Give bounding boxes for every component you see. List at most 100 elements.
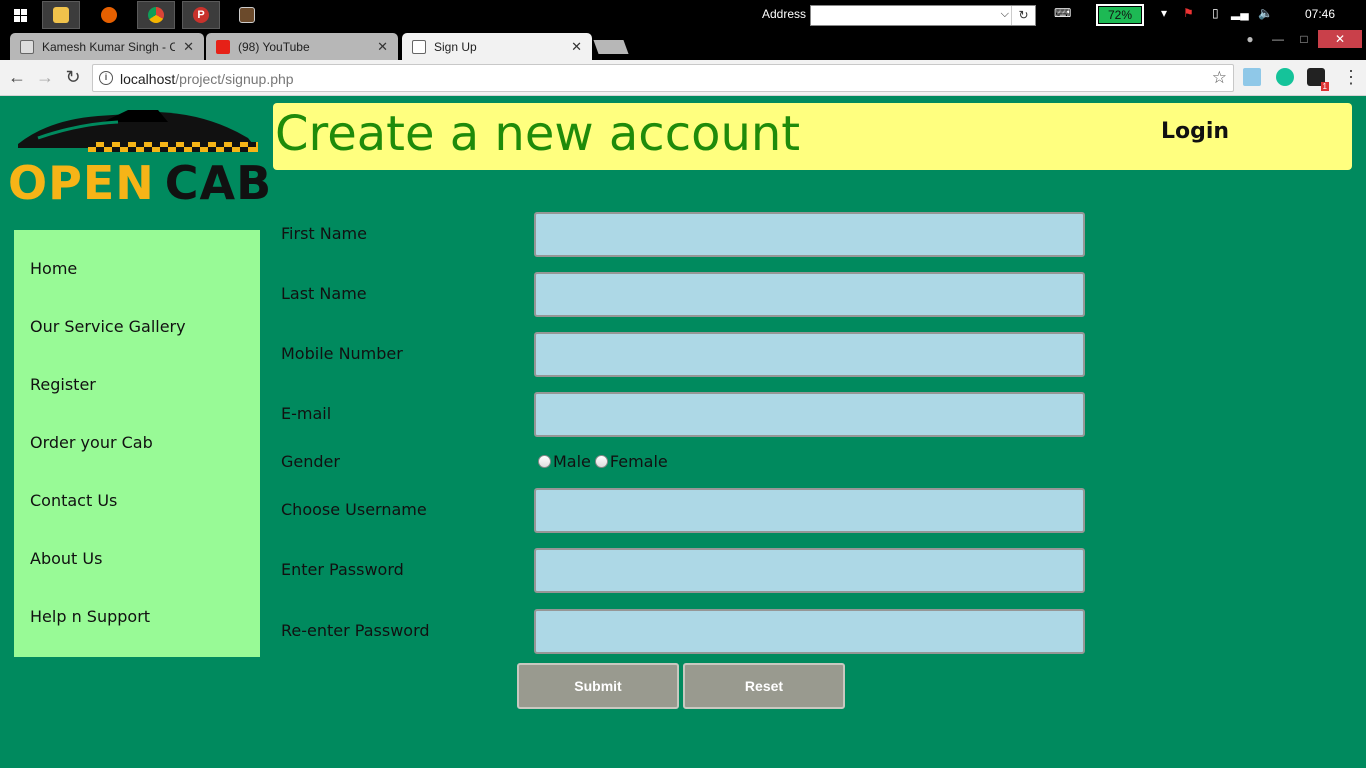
tray-overflow-icon[interactable]: ▾ <box>1161 6 1167 20</box>
battery-percent: 72% <box>1099 7 1141 23</box>
chevron-down-icon[interactable]: ⌵ <box>1001 8 1009 21</box>
password-input[interactable] <box>534 548 1085 593</box>
submit-button[interactable]: Submit <box>517 663 679 709</box>
forward-arrow-icon[interactable]: → <box>34 66 56 88</box>
open-cab-logo[interactable]: OPEN CAB <box>8 104 271 210</box>
extension-icon[interactable] <box>1243 68 1261 86</box>
menu-kebab-icon[interactable]: ⋮ <box>1340 66 1362 88</box>
female-label[interactable]: Female <box>610 452 668 471</box>
sidebar-nav: Home Our Service Gallery Register Order … <box>14 230 260 657</box>
tab-title: (98) YouTube <box>238 39 310 54</box>
keyboard-icon[interactable]: ⌨ <box>1054 6 1071 20</box>
folder-icon <box>53 7 69 23</box>
mobile-input[interactable] <box>534 332 1085 377</box>
email-row: E-mail <box>281 392 1085 438</box>
first-name-label: First Name <box>281 224 367 243</box>
url-path: /project/signup.php <box>175 71 294 87</box>
last-name-input[interactable] <box>534 272 1085 317</box>
sidebar-item-home[interactable]: Home <box>14 255 260 313</box>
reload-icon[interactable]: ↻ <box>62 66 84 88</box>
email-label: E-mail <box>281 404 332 423</box>
reset-button[interactable]: Reset <box>683 663 845 709</box>
gender-radio-group: Male Female <box>538 452 668 471</box>
close-icon[interactable]: ✕ <box>377 39 388 55</box>
network-flag-icon[interactable]: ⚑ <box>1183 6 1194 20</box>
chrome-icon <box>148 7 164 23</box>
profile-icon[interactable]: ● <box>1240 30 1260 48</box>
mobile-row: Mobile Number <box>281 332 1085 378</box>
file-explorer-taskbar-button[interactable] <box>42 1 80 29</box>
password-confirm-label: Re-enter Password <box>281 621 430 640</box>
mobile-label: Mobile Number <box>281 344 403 363</box>
extension-badge-icon[interactable]: 1 <box>1307 68 1329 91</box>
browser-toolbar: ← → ↻ i localhost/project/signup.php ☆ 1… <box>0 60 1366 96</box>
password-confirm-row: Re-enter Password <box>281 609 1085 655</box>
volume-icon[interactable]: 🔈 <box>1258 6 1273 20</box>
chrome-taskbar-button[interactable] <box>137 1 175 29</box>
refresh-icon[interactable]: ↻ <box>1011 6 1035 25</box>
sidebar-item-help-support[interactable]: Help n Support <box>14 603 260 661</box>
window-close-icon[interactable]: ✕ <box>1318 30 1362 48</box>
logo-word-open: OPEN <box>8 156 155 210</box>
sidebar-item-contact-us[interactable]: Contact Us <box>14 487 260 545</box>
start-button[interactable] <box>8 1 32 29</box>
password-label: Enter Password <box>281 560 404 579</box>
firefox-taskbar-button[interactable] <box>90 1 128 29</box>
app-taskbar-button[interactable] <box>228 1 266 29</box>
windows-taskbar: P Address ⌵ ↻ ⌨ 72% ▾ ⚑ ▯ ▂▄ 🔈 07:46 <box>0 0 1366 30</box>
p-app-taskbar-button[interactable]: P <box>182 1 220 29</box>
female-radio[interactable] <box>594 455 608 468</box>
password-row: Enter Password <box>281 548 1085 594</box>
windows-logo-icon <box>13 8 27 22</box>
firefox-icon <box>101 7 117 23</box>
last-name-row: Last Name <box>281 272 1085 318</box>
signal-icon[interactable]: ▂▄ <box>1231 6 1249 20</box>
info-icon[interactable]: i <box>99 71 113 85</box>
male-radio[interactable] <box>538 455 551 468</box>
sidebar-item-about-us[interactable]: About Us <box>14 545 260 603</box>
battery-indicator[interactable]: 72% <box>1096 4 1144 26</box>
male-label[interactable]: Male <box>553 452 591 471</box>
battery-status-icon[interactable]: ▯ <box>1212 6 1219 20</box>
first-name-input[interactable] <box>534 212 1085 257</box>
new-tab-button[interactable] <box>593 40 629 54</box>
minimize-icon[interactable]: — <box>1268 30 1288 48</box>
p-app-icon: P <box>193 7 209 23</box>
tab-title: Kamesh Kumar Singh - C <box>42 39 176 54</box>
gender-row: Gender Male Female <box>281 452 1085 474</box>
page-header: Create a new account Login <box>273 103 1352 170</box>
browser-tab-strip: Kamesh Kumar Singh - C ✕ (98) YouTube ✕ … <box>0 30 1366 60</box>
email-input[interactable] <box>534 392 1085 437</box>
username-label: Choose Username <box>281 500 427 519</box>
logo-wordmark: OPEN CAB <box>8 156 272 210</box>
sidebar-item-service-gallery[interactable]: Our Service Gallery <box>14 313 260 371</box>
maximize-icon[interactable]: □ <box>1294 30 1314 48</box>
gender-label: Gender <box>281 452 340 471</box>
page-title: Create a new account <box>275 106 801 162</box>
tab-kamesh[interactable]: Kamesh Kumar Singh - C ✕ <box>10 33 204 60</box>
taxi-silhouette-icon <box>18 110 258 152</box>
close-icon[interactable]: ✕ <box>183 39 194 55</box>
url-host: localhost <box>120 71 176 87</box>
app-window-icon <box>239 7 255 23</box>
close-icon[interactable]: ✕ <box>571 39 582 55</box>
sidebar-item-register[interactable]: Register <box>14 371 260 429</box>
address-toolbar-input[interactable]: ⌵ ↻ <box>810 5 1036 26</box>
url-text: localhost/project/signup.php <box>120 71 294 87</box>
youtube-icon <box>216 39 230 54</box>
bookmark-star-icon[interactable]: ☆ <box>1212 68 1227 88</box>
grammarly-icon[interactable] <box>1276 68 1294 86</box>
address-toolbar-label: Address <box>762 7 807 21</box>
login-link[interactable]: Login <box>1161 119 1229 144</box>
tab-youtube[interactable]: (98) YouTube ✕ <box>206 33 398 60</box>
sidebar-item-order-cab[interactable]: Order your Cab <box>14 429 260 487</box>
username-input[interactable] <box>534 488 1085 533</box>
password-confirm-input[interactable] <box>534 609 1085 654</box>
tab-title: Sign Up <box>434 39 477 54</box>
page-content: OPEN CAB Create a new account Login Home … <box>0 96 1366 768</box>
clock[interactable]: 07:46 <box>1305 7 1335 21</box>
document-icon <box>20 39 34 54</box>
tab-sign-up[interactable]: Sign Up ✕ <box>402 33 592 60</box>
back-arrow-icon[interactable]: ← <box>6 66 28 88</box>
address-bar[interactable]: i localhost/project/signup.php ☆ <box>92 64 1234 92</box>
